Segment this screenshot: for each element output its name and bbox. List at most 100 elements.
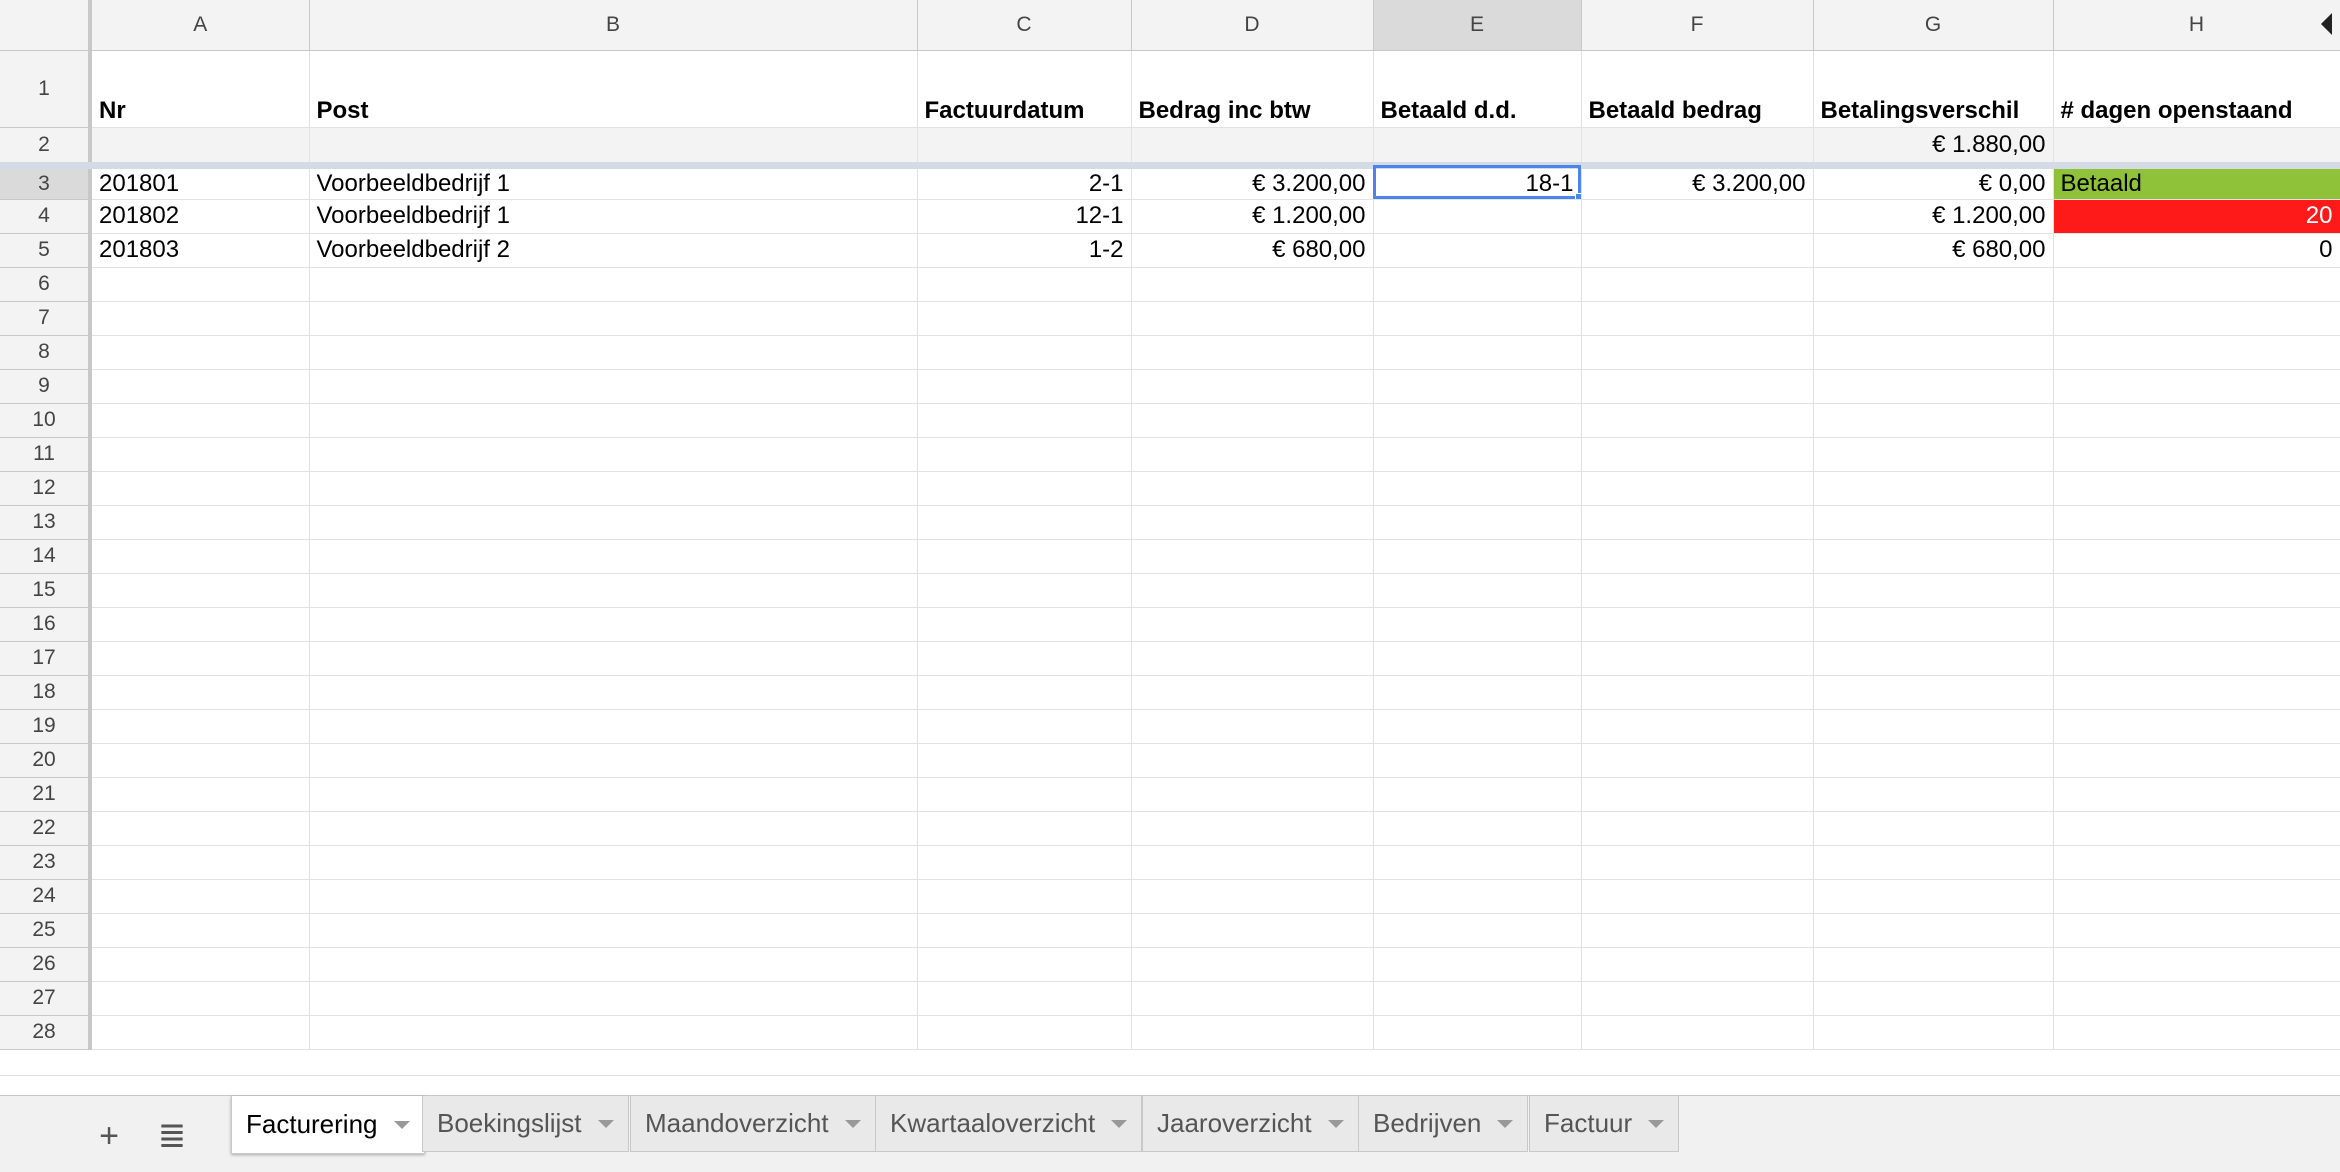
cell[interactable] [1373, 471, 1582, 506]
cell[interactable] [917, 607, 1132, 642]
cell-bedrag[interactable]: € 3.200,00 [1131, 165, 1374, 200]
cell[interactable] [1581, 573, 1814, 608]
cell[interactable] [1373, 127, 1582, 169]
cell[interactable] [2053, 981, 2340, 1016]
cell-header-betaald-bedrag[interactable]: Betaald bedrag [1581, 50, 1814, 128]
tab-facturering[interactable]: Facturering [231, 1096, 425, 1154]
cell[interactable] [90, 743, 310, 778]
row-number[interactable]: 8 [0, 335, 92, 370]
cell[interactable] [1131, 947, 1374, 982]
cell[interactable] [1813, 981, 2054, 1016]
cell[interactable] [2053, 471, 2340, 506]
cell[interactable] [1373, 811, 1582, 846]
chevron-down-icon[interactable] [393, 1120, 410, 1129]
row-number[interactable]: 6 [0, 267, 92, 302]
cell[interactable] [2053, 267, 2340, 302]
cell[interactable] [1373, 879, 1582, 914]
row-number[interactable]: 21 [0, 777, 92, 812]
tab-jaaroverzicht[interactable]: Jaaroverzicht [1142, 1096, 1359, 1152]
cell[interactable] [1373, 505, 1582, 540]
cell[interactable] [309, 981, 918, 1016]
cell[interactable] [917, 641, 1132, 676]
cell-verschil[interactable]: € 1.200,00 [1813, 199, 2054, 234]
cell-factuurdatum[interactable]: 1-2 [917, 233, 1132, 268]
cell-verschil[interactable]: € 0,00 [1813, 165, 2054, 200]
row-number[interactable]: 16 [0, 607, 92, 642]
cell[interactable] [1581, 879, 1814, 914]
cell[interactable] [90, 335, 310, 370]
cell[interactable] [1581, 981, 1814, 1016]
cell[interactable] [1581, 369, 1814, 404]
cell[interactable] [1813, 369, 2054, 404]
cell[interactable] [1131, 777, 1374, 812]
row-number[interactable]: 4 [0, 199, 92, 234]
cell[interactable] [90, 403, 310, 438]
cell[interactable] [309, 403, 918, 438]
cell[interactable] [1373, 709, 1582, 744]
cell[interactable] [309, 573, 918, 608]
row-number[interactable]: 25 [0, 913, 92, 948]
cell[interactable] [917, 777, 1132, 812]
cell-post[interactable]: Voorbeeldbedrijf 1 [309, 199, 918, 234]
cell-betaald-bedrag[interactable]: € 3.200,00 [1581, 165, 1814, 200]
cell[interactable] [1813, 335, 2054, 370]
cell[interactable] [917, 505, 1132, 540]
row-number[interactable]: 9 [0, 369, 92, 404]
cell[interactable] [90, 369, 310, 404]
cell[interactable] [2053, 1015, 2340, 1050]
cell[interactable] [917, 437, 1132, 472]
cell[interactable] [917, 913, 1132, 948]
cell-betaald-bedrag[interactable] [1581, 199, 1814, 234]
tab-bedrijven[interactable]: Bedrijven [1358, 1096, 1529, 1152]
row-number[interactable]: 7 [0, 301, 92, 336]
cell[interactable] [309, 811, 918, 846]
cell[interactable] [2053, 437, 2340, 472]
cell[interactable] [2053, 709, 2340, 744]
cell-betaald-dd[interactable] [1373, 199, 1582, 234]
cell[interactable] [1131, 403, 1374, 438]
cell[interactable] [2053, 301, 2340, 336]
cell[interactable] [1373, 913, 1582, 948]
cell[interactable] [309, 675, 918, 710]
chevron-down-icon[interactable] [1497, 1119, 1514, 1128]
tab-factuur[interactable]: Factuur [1529, 1096, 1680, 1152]
cell[interactable] [1131, 845, 1374, 880]
row-number[interactable]: 19 [0, 709, 92, 744]
cell[interactable] [917, 301, 1132, 336]
cell-bedrag[interactable]: € 680,00 [1131, 233, 1374, 268]
cell[interactable] [1581, 845, 1814, 880]
cell[interactable] [1813, 505, 2054, 540]
row-number[interactable]: 2 [0, 127, 92, 169]
cell[interactable] [309, 947, 918, 982]
chevron-down-icon[interactable] [597, 1119, 614, 1128]
cell[interactable] [917, 811, 1132, 846]
cell[interactable] [1581, 539, 1814, 574]
cell[interactable] [1813, 709, 2054, 744]
cell[interactable] [90, 573, 310, 608]
cell[interactable] [1131, 607, 1374, 642]
chevron-down-icon[interactable] [1327, 1119, 1344, 1128]
cell[interactable] [1813, 607, 2054, 642]
cell[interactable] [1813, 675, 2054, 710]
cell-dagen-status[interactable]: Betaald [2053, 165, 2340, 200]
cell[interactable] [1373, 403, 1582, 438]
select-all-corner[interactable] [0, 0, 92, 51]
cell[interactable] [1813, 437, 2054, 472]
cell[interactable] [1373, 335, 1582, 370]
cell-bedrag[interactable]: € 1.200,00 [1131, 199, 1374, 234]
cell[interactable] [309, 471, 918, 506]
cell[interactable] [1813, 301, 2054, 336]
fill-handle[interactable] [1574, 192, 1580, 198]
cell-nr[interactable]: 201802 [90, 199, 310, 234]
cell[interactable] [1131, 267, 1374, 302]
column-header-d[interactable]: D [1131, 0, 1374, 51]
cell[interactable] [90, 1015, 310, 1050]
cell[interactable] [1131, 539, 1374, 574]
cell[interactable] [1131, 127, 1374, 169]
cell[interactable] [1131, 505, 1374, 540]
cell-header-dagen[interactable]: # dagen openstaand [2053, 50, 2340, 128]
cell[interactable] [90, 607, 310, 642]
cell-header-nr[interactable]: Nr [90, 50, 310, 128]
cell[interactable] [1131, 369, 1374, 404]
row-number[interactable]: 12 [0, 471, 92, 506]
